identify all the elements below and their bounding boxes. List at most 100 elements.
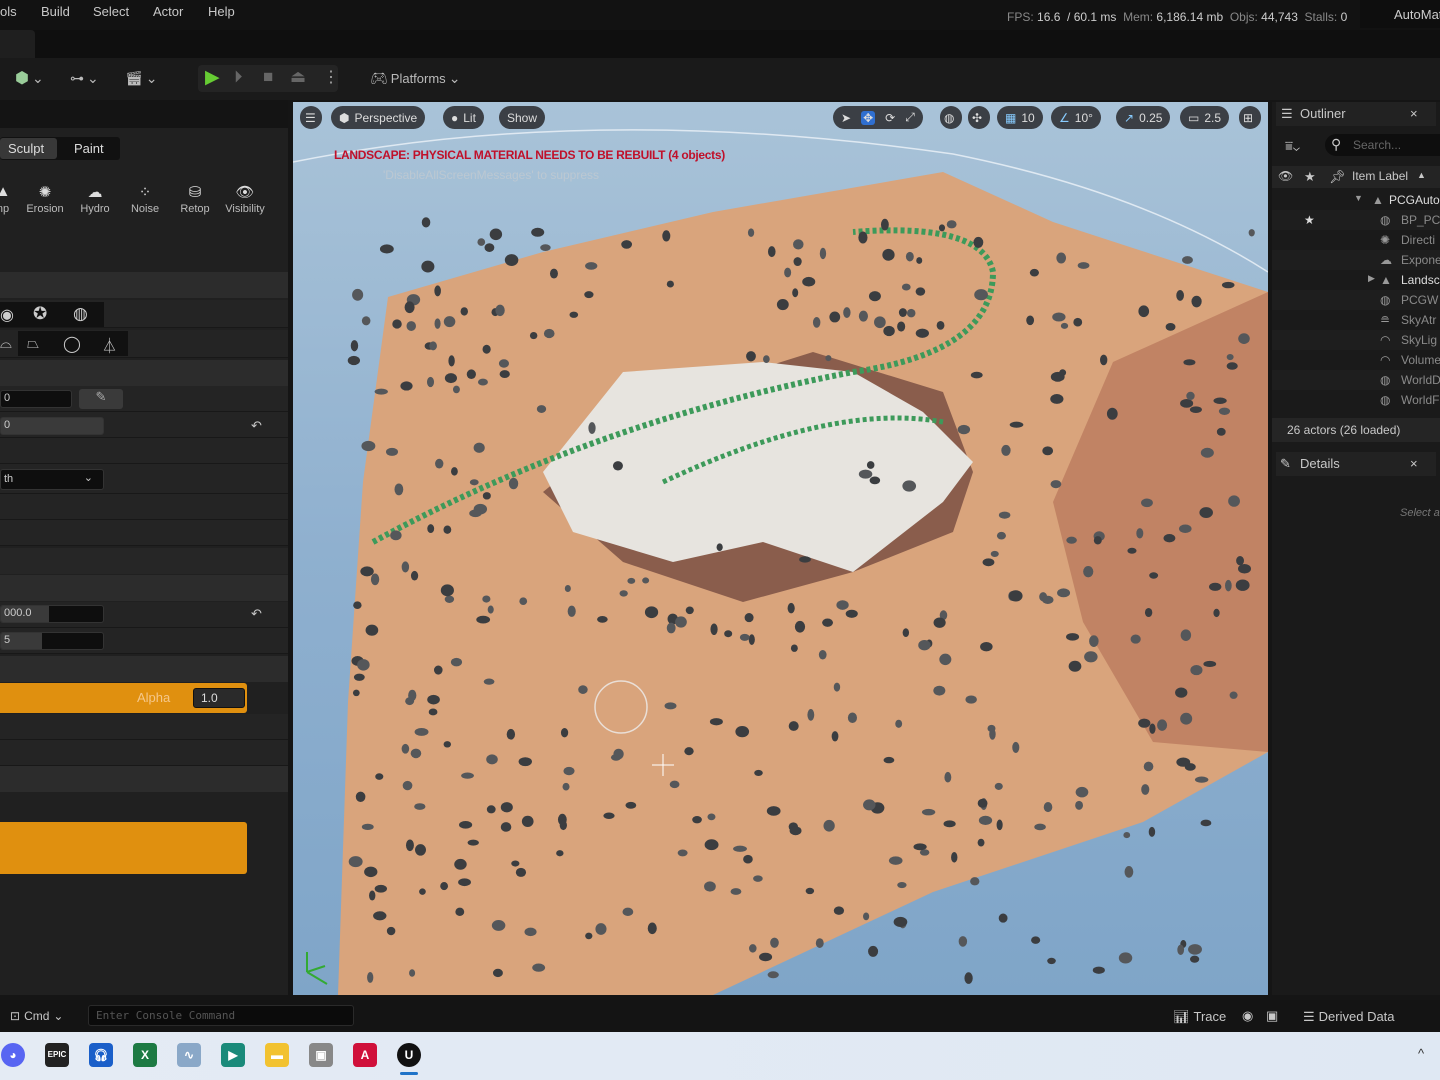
filmora-icon[interactable]: ▶ [221,1043,245,1067]
outliner-row[interactable]: ◠ SkyLig [1272,330,1440,350]
filter-icon[interactable]: ⩸⌄ [1285,138,1300,154]
console-input[interactable]: Enter Console Command [88,1005,354,1026]
rock [753,875,763,882]
scale-icon[interactable]: ⤢ [905,110,915,125]
rock [482,595,491,603]
rock [467,839,479,846]
outliner-row[interactable]: ▼ ▲ PCGAuto [1272,190,1440,210]
camera-speed-button[interactable]: ▭ 2.5 [1180,106,1230,129]
rock [964,972,973,984]
show-button[interactable]: Show [499,106,546,129]
tool-retop[interactable]: ⛁ Retop [170,183,220,215]
reset-icon[interactable]: ↶ [251,418,262,434]
advance-frame-icon[interactable]: ⏵ [234,67,243,87]
scale-snap-button[interactable]: ↗ 0.25 [1116,106,1171,129]
tab-paint[interactable]: Paint [74,141,104,156]
menu-build[interactable]: Build [41,4,70,19]
menu-select[interactable]: Select [93,4,129,19]
move-icon[interactable]: ✥ [861,110,876,125]
outliner-row[interactable]: ≘ SkyAtr [1272,310,1440,330]
device-app-icon[interactable]: ▣ [309,1043,333,1067]
platforms-button[interactable]: 🎮︎ Platforms ⌄ [370,66,460,90]
rotate-icon[interactable]: ⟳ [885,111,895,125]
trace-button[interactable]: 📊︎ Trace [1173,1009,1226,1025]
outliner-row[interactable]: ◍ WorldD [1272,370,1440,390]
brush-size-field[interactable]: 000.0 [0,605,104,623]
linear-falloff-icon[interactable]: ⏢ [27,335,39,352]
more-options-icon[interactable]: ⋮ [323,67,339,87]
target-field[interactable]: 0 [0,417,104,435]
tool-noise[interactable]: ⁘ Noise [120,183,170,215]
tool-erosion[interactable]: ✺ Erosion [20,183,70,215]
collapsed-icon[interactable]: ▶ [1368,273,1375,284]
outliner-row[interactable]: ★ ◍ BP_PC [1272,210,1440,230]
rotation-snap-button[interactable]: ∠ 10° [1051,106,1101,129]
tool-visibility[interactable]: 👁︎ Visibility [220,183,270,215]
tool-hydro[interactable]: ☁ Hydro [70,183,120,215]
close-icon[interactable]: × [1410,456,1418,471]
stop-icon[interactable]: ■ [263,67,273,87]
menu-actor[interactable]: Actor [153,4,183,19]
expand-icon[interactable]: ▼ [1354,193,1363,203]
add-actor-button[interactable]: ⬢ ⌄ [15,66,44,90]
file-explorer-icon[interactable]: ▬ [265,1043,289,1067]
rock [1221,281,1235,289]
surface-snap-icon[interactable]: ✣ [968,106,990,129]
strength-field[interactable]: 0 [0,390,72,408]
menu-help[interactable]: Help [208,4,235,19]
cinematics-button[interactable]: 🎬︎ ⌄ [125,66,158,90]
menu-tools[interactable]: ols [0,4,17,19]
pattern-brush-icon[interactable]: ◍ [73,304,88,324]
rock [1228,495,1240,507]
tab-sculpt[interactable]: Sculpt [0,138,57,159]
play-icon[interactable]: ▶ [205,66,220,89]
favorite-column-icon[interactable]: ★ [1304,169,1316,185]
viewport-menu-button[interactable]: ☰ [300,106,322,129]
lit-button[interactable]: ● Lit [443,106,484,129]
smooth-falloff-icon[interactable]: ⌓ [0,335,12,352]
eyedropper-icon[interactable]: ✎ [79,389,123,409]
cmd-dropdown[interactable]: ⊡ Cmd ⌄ [10,1009,63,1023]
level-viewport[interactable] [293,102,1268,995]
outliner-row[interactable]: ☁ Expone [1272,250,1440,270]
level-tab[interactable] [0,30,35,58]
perf-monitor-icon[interactable]: ∿ [177,1043,201,1067]
reset-icon[interactable]: ↶ [251,606,262,622]
outliner-row[interactable]: ✺ Directi [1272,230,1440,250]
grid-snap-button[interactable]: ▦ 10 [997,106,1043,129]
close-icon[interactable]: × [1410,106,1418,121]
circle-brush-icon[interactable]: ◉ [0,305,14,325]
visibility-column-icon[interactable]: 👁︎ [1278,169,1293,183]
excel-icon[interactable]: X [133,1043,157,1067]
tip-falloff-icon[interactable]: ⏃ [102,335,117,356]
spherical-falloff-icon[interactable]: ◯ [63,334,81,354]
world-local-icon[interactable]: ◍ [940,106,962,129]
outliner-row[interactable]: ◍ WorldF [1272,390,1440,410]
layout-icon[interactable]: ⊞ [1239,106,1261,129]
alpha-brush-icon[interactable]: ✪ [33,304,47,324]
amd-icon[interactable]: A [353,1043,377,1067]
audacity-icon[interactable]: 🎧︎ [89,1043,113,1067]
empty-row [0,740,288,766]
derived-data-button[interactable]: ☰ Derived Data [1303,1009,1395,1025]
color-swatch[interactable] [0,822,247,874]
rock [1180,398,1194,408]
epic-games-icon[interactable]: EPIC [45,1043,69,1067]
blueprint-button[interactable]: ⊶ ⌄ [70,66,99,90]
screenshot-icon[interactable]: ▣ [1266,1008,1278,1024]
perspective-button[interactable]: ⬢ Perspective [331,106,426,129]
unreal-icon[interactable]: U [397,1043,421,1067]
eject-icon[interactable]: ⏏ [290,67,306,87]
discord-icon[interactable]: ◕ [1,1043,25,1067]
item-label-column[interactable]: Item Label [1352,169,1408,183]
outliner-row[interactable]: ◍ PCGW [1272,290,1440,310]
select-icon[interactable]: ➤ [841,111,851,125]
outliner-row[interactable]: ▶ ▲ Landsc [1272,270,1440,290]
insights-icon[interactable]: ◉ [1242,1008,1253,1024]
chevron-up-icon[interactable]: ^ [1418,1046,1424,1061]
pin-column-icon[interactable]: 📌︎ [1329,169,1346,185]
mode-dropdown[interactable]: th ⌄ [0,469,104,490]
outliner-row[interactable]: ◠ Volume [1272,350,1440,370]
brush-falloff-field[interactable]: 5 [0,632,104,650]
alpha-field[interactable]: 1.0 [193,688,245,708]
